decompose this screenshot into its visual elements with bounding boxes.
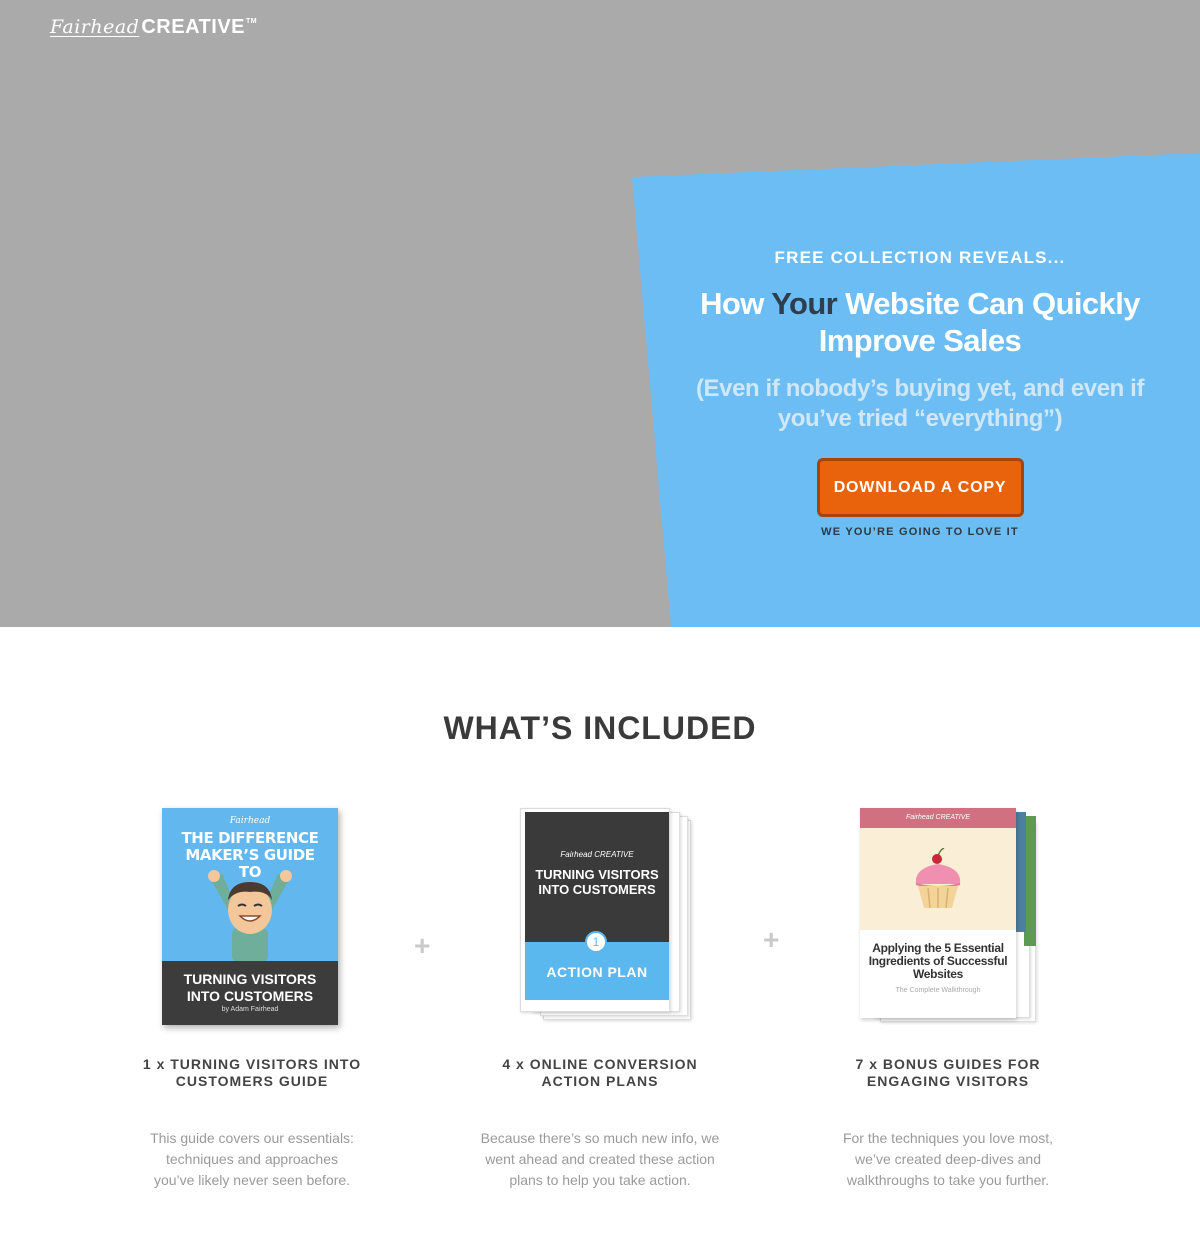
- plus-icon: +: [763, 924, 780, 955]
- item-description: For the techniques you love most, we’ve …: [842, 1130, 1054, 1188]
- cupcake-icon: [915, 848, 961, 909]
- plus-icon: +: [414, 930, 431, 961]
- bonus-guide-subtitle: The Complete Walkthrough: [895, 987, 981, 994]
- action-plan-logo: Fairhead CREATIVE: [560, 850, 634, 859]
- hero-section: Fairhead CREATIVE TM FREE COLLECTION REV…: [0, 0, 1200, 627]
- item-description: This guide covers our essentials: techni…: [150, 1130, 354, 1188]
- bonus-guides-image: Fairhead CREATIVE Applying the 5 Essenti…: [828, 800, 1068, 1032]
- guide-book-cover: Fairhead THE DIFFERENCE MAKER’S GUIDE TO…: [162, 808, 338, 1025]
- item-heading: 7 x BONUS GUIDES FOR ENGAGING VISITORS: [855, 1056, 1041, 1089]
- action-plan-dark-area: Fairhead CREATIVE TURNING VISITORS INTO …: [525, 812, 669, 942]
- headline-post: Website Can Quickly Improve Sales: [818, 286, 1141, 358]
- included-item-guide: Fairhead THE DIFFERENCE MAKER’S GUIDE TO…: [132, 800, 372, 1191]
- included-item-bonus-guides: Fairhead CREATIVE Applying the 5 Essenti…: [828, 800, 1068, 1191]
- item-description: Because there’s so much new info, we wen…: [480, 1130, 720, 1188]
- headline-emphasis: Your: [771, 286, 838, 321]
- headline-pre: How: [700, 286, 772, 321]
- cta-note: WE YOU’RE GOING TO LOVE IT: [821, 526, 1019, 538]
- cupcake-illustration-area: [860, 828, 1016, 930]
- action-plan-cover: Fairhead CREATIVE TURNING VISITORS INTO …: [525, 812, 669, 1000]
- action-plan-blue-area: 1 ACTION PLAN: [525, 931, 669, 1000]
- hero-copy: FREE COLLECTION REVEALS... How Your Webs…: [660, 248, 1180, 538]
- hero-eyebrow: FREE COLLECTION REVEALS...: [774, 248, 1066, 267]
- bonus-guide-cover: Fairhead CREATIVE Applying the 5 Essenti…: [860, 808, 1016, 1018]
- hero-subhead: (Even if nobody’s buying yet, and even i…: [695, 375, 1145, 432]
- download-copy-button[interactable]: DOWNLOAD A COPY: [816, 458, 1024, 517]
- bonus-guide-title: Applying the 5 Essential Ingredients of …: [868, 941, 1008, 981]
- action-plan-title: TURNING VISITORS INTO CUSTOMERS: [535, 867, 659, 897]
- included-item-action-plans: Fairhead CREATIVE TURNING VISITORS INTO …: [480, 800, 720, 1191]
- item-heading: 4 x ONLINE CONVERSION ACTION PLANS: [502, 1056, 698, 1089]
- book-title-band: TURNING VISITORS INTO CUSTOMERS by Adam …: [162, 961, 338, 1025]
- guide-book-image: Fairhead THE DIFFERENCE MAKER’S GUIDE TO…: [132, 800, 372, 1032]
- book-author: by Adam Fairhead: [221, 1006, 279, 1013]
- item-heading: 1 x TURNING VISITORS INTO CUSTOMERS GUID…: [142, 1056, 362, 1089]
- book-logo: Fairhead: [229, 816, 271, 826]
- bonus-guide-logo: Fairhead CREATIVE: [860, 808, 1016, 828]
- hero-headline: How Your Website Can Quickly Improve Sal…: [660, 285, 1180, 359]
- cheering-man-illustration: [208, 870, 292, 962]
- action-plan-number: 1: [585, 931, 607, 953]
- book-bottom-title: TURNING VISITORS INTO CUSTOMERS: [183, 971, 317, 1004]
- action-plans-image: Fairhead CREATIVE TURNING VISITORS INTO …: [480, 800, 720, 1032]
- included-title: WHAT’S INCLUDED: [443, 710, 757, 746]
